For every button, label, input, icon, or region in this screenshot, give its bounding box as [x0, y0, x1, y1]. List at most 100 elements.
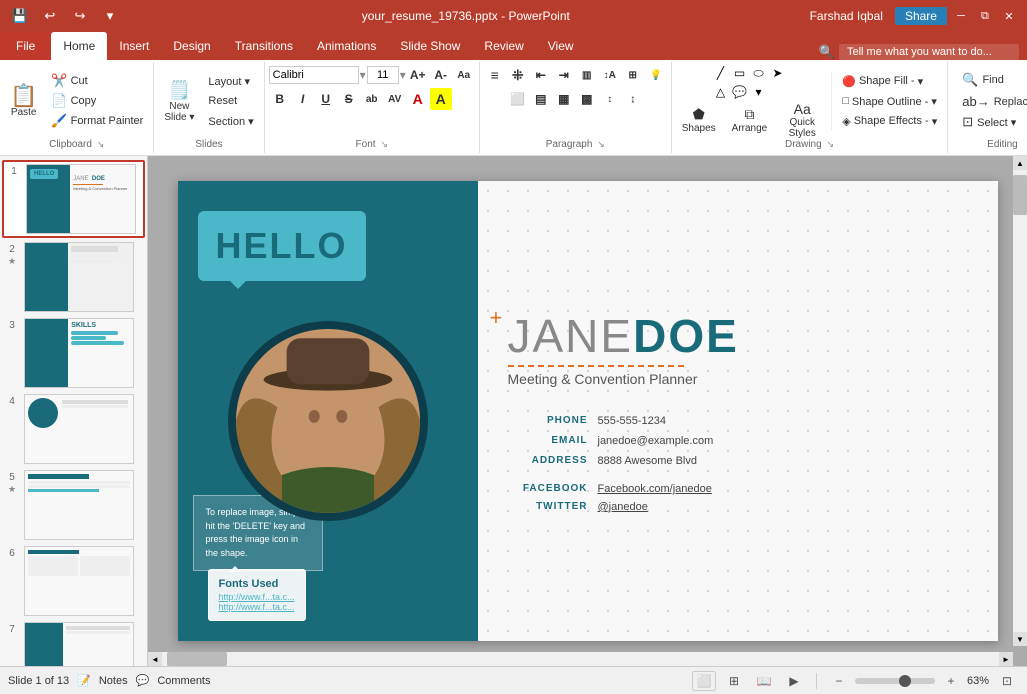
slide-img-7 — [24, 622, 134, 666]
text-highlight-button[interactable]: A — [430, 88, 452, 110]
increase-font-button[interactable]: A+ — [407, 64, 429, 86]
section-button[interactable]: Section ▾ — [202, 112, 259, 130]
shape-outline-button[interactable]: □ Shape Outline - ▾ — [836, 92, 943, 110]
decrease-font-button[interactable]: A- — [430, 64, 452, 86]
shape-fill-button[interactable]: 🔴 Shape Fill - ▾ — [836, 72, 943, 90]
zoom-thumb[interactable] — [899, 675, 911, 687]
vertical-scrollbar[interactable]: ▲ ▼ — [1013, 156, 1027, 646]
slide-thumb-4[interactable]: 4 — [2, 392, 145, 466]
tab-animations[interactable]: Animations — [305, 32, 388, 60]
shape-line[interactable]: ╱ — [711, 64, 729, 82]
cut-button[interactable]: ✂️ Cut — [45, 72, 149, 90]
new-slide-button[interactable]: 🗒️ New Slide ▾ — [158, 72, 200, 130]
scroll-v-track[interactable] — [1013, 170, 1027, 632]
shape-callout[interactable]: 💬 — [730, 83, 748, 101]
scroll-h-track[interactable] — [162, 652, 999, 666]
find-button[interactable]: 🔍 Find — [956, 70, 1027, 90]
hello-bubble: HELLO — [198, 211, 366, 281]
font-name-input[interactable] — [269, 66, 359, 84]
comments-button[interactable]: Comments — [157, 675, 210, 687]
slide-thumb-3[interactable]: 3 SKILLS — [2, 316, 145, 390]
font-size-input[interactable] — [367, 66, 399, 84]
format-painter-button[interactable]: 🖌️ Format Painter — [45, 112, 149, 130]
font-color-button[interactable]: A — [407, 88, 429, 110]
shape-oval[interactable]: ⬭ — [749, 64, 767, 82]
bold-button[interactable]: B — [269, 88, 291, 110]
slide-thumb-6[interactable]: 6 — [2, 544, 145, 618]
quick-styles-button[interactable]: Aa Quick Styles — [777, 102, 827, 138]
redo-button[interactable]: ↪ — [68, 4, 92, 28]
undo-button[interactable]: ↩ — [38, 4, 62, 28]
restore-button[interactable]: ⧉ — [975, 6, 995, 26]
tab-home[interactable]: Home — [51, 32, 107, 60]
select-button[interactable]: ⊡ Select ▾ — [956, 112, 1027, 132]
align-right-button[interactable]: ▦ — [553, 88, 575, 110]
text-direction-button[interactable]: ↕A — [599, 64, 621, 86]
status-bar: Slide 1 of 13 📝 Notes 💬 Comments ⬜ ⊞ 📖 ▶… — [0, 666, 1027, 694]
zoom-slider[interactable] — [855, 678, 935, 684]
italic-button[interactable]: I — [292, 88, 314, 110]
scroll-down-button[interactable]: ▼ — [1013, 632, 1027, 646]
shape-rect[interactable]: ▭ — [730, 64, 748, 82]
scroll-right-button[interactable]: ► — [999, 652, 1013, 666]
scroll-up-button[interactable]: ▲ — [1013, 156, 1027, 170]
underline-button[interactable]: U — [315, 88, 337, 110]
tab-transitions[interactable]: Transitions — [223, 32, 305, 60]
customize-qat-button[interactable]: ▾ — [98, 4, 122, 28]
decrease-indent-button[interactable]: ⇤ — [530, 64, 552, 86]
align-text-button[interactable]: ⊞ — [622, 64, 644, 86]
line-spacing-button[interactable]: ↕ — [599, 88, 621, 110]
paragraph-spacing-button[interactable]: ↨ — [622, 88, 644, 110]
save-button[interactable]: 💾 — [8, 4, 32, 28]
comments-icon: 💬 — [136, 674, 150, 687]
justify-button[interactable]: ▩ — [576, 88, 598, 110]
tab-review[interactable]: Review — [472, 32, 535, 60]
shape-effects-button[interactable]: ◈ Shape Effects - ▾ — [836, 112, 943, 130]
tab-insert[interactable]: Insert — [107, 32, 161, 60]
minimize-button[interactable]: ─ — [951, 6, 971, 26]
shape-tri[interactable]: △ — [711, 83, 729, 101]
shapes-button[interactable]: ⬟ Shapes — [676, 102, 722, 138]
window-title: your_resume_19736.pptx - PowerPoint — [362, 9, 570, 23]
char-spacing-button[interactable]: AV — [384, 88, 406, 110]
numbering-button[interactable]: ⁜ — [507, 64, 529, 86]
tab-design[interactable]: Design — [161, 32, 222, 60]
horizontal-scrollbar[interactable]: ◄ ► — [148, 652, 1013, 666]
slide-num-2: 2★ — [4, 242, 20, 267]
shadow-button[interactable]: ab — [361, 88, 383, 110]
align-left-button[interactable]: ⬜ — [507, 88, 529, 110]
align-center-button[interactable]: ▤ — [530, 88, 552, 110]
bullets-button[interactable]: ≡ — [484, 64, 506, 86]
layout-button[interactable]: Layout ▾ — [202, 72, 259, 90]
notes-button[interactable]: Notes — [99, 675, 128, 687]
clear-format-button[interactable]: Aa — [453, 64, 475, 86]
arrange-button[interactable]: ⧉ Arrange — [726, 102, 774, 138]
tab-file[interactable]: File — [0, 32, 51, 60]
shape-more[interactable]: ▾ — [749, 83, 767, 101]
tab-view[interactable]: View — [536, 32, 586, 60]
share-button[interactable]: Share — [895, 7, 947, 25]
search-box[interactable]: Tell me what you want to do... — [839, 44, 1019, 60]
slide-thumb-2[interactable]: 2★ — [2, 240, 145, 314]
slide-num-6: 6 — [4, 546, 20, 559]
strikethrough-button[interactable]: S — [338, 88, 360, 110]
fonts-link-2[interactable]: http://www.f...ta.c... — [219, 602, 295, 612]
paste-button[interactable]: 📋 Paste — [4, 72, 43, 130]
slide-thumb-7[interactable]: 7 — [2, 620, 145, 666]
replace-button[interactable]: ab→ Replace ▾ — [956, 91, 1027, 111]
profile-circle — [228, 321, 428, 521]
slide-thumb-1[interactable]: 1 HELLO JANE DOE Meeting & Convention Pl… — [2, 160, 145, 238]
close-button[interactable]: ✕ — [999, 6, 1019, 26]
fonts-link-1[interactable]: http://www.f...ta.c... — [219, 592, 295, 602]
phone-value: 555-555-1234 — [598, 415, 968, 427]
reset-button[interactable]: Reset — [202, 92, 259, 110]
slide-thumb-5[interactable]: 5★ — [2, 468, 145, 542]
increase-indent-button[interactable]: ⇥ — [553, 64, 575, 86]
ribbon-tabs: File Home Insert Design Transitions Anim… — [0, 32, 1027, 60]
smartart-button[interactable]: 💡 — [645, 64, 667, 86]
shape-arrow[interactable]: ➤ — [768, 64, 786, 82]
tab-slideshow[interactable]: Slide Show — [388, 32, 472, 60]
columns-button[interactable]: ▥ — [576, 64, 598, 86]
scroll-left-button[interactable]: ◄ — [148, 652, 162, 666]
copy-button[interactable]: 📄 Copy — [45, 92, 149, 110]
